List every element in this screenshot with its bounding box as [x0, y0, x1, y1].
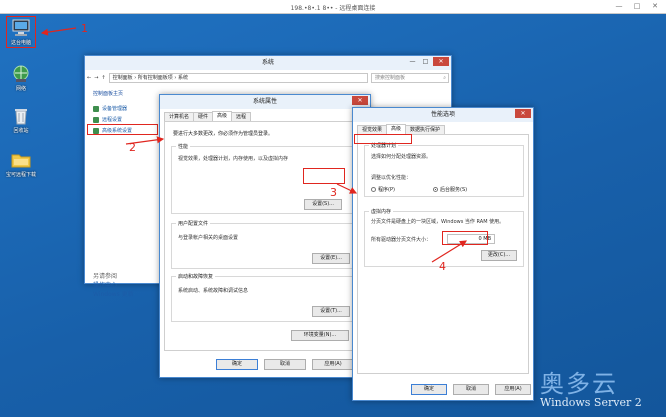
apply-button[interactable]: 应用(A) — [312, 359, 354, 370]
paging-file-size-label: 所有驱动器分页文件大小： — [371, 237, 432, 243]
close-button[interactable]: ✕ — [650, 2, 660, 11]
address-input[interactable]: 控制面板 › 所有控制面板项 › 系统 — [108, 72, 368, 83]
tab-hardware[interactable]: 硬件 — [193, 112, 214, 121]
window-controls: ✕ — [352, 96, 368, 105]
shield-icon — [93, 116, 99, 123]
startup-recovery-title: 启动和故障恢复 — [176, 273, 216, 280]
sidebar-home-link[interactable]: 控制面板主页 — [93, 90, 153, 97]
window-title: 系统 — [85, 56, 451, 70]
see-also-label: 另请参阅 — [93, 273, 118, 280]
remote-desktop-titlebar: 198.•8•.1 8•• - 远程桌面连接 — □ ✕ — [0, 0, 666, 14]
callout-4: 4 — [439, 260, 446, 273]
user-profiles-group: 用户配置文件 与登录帐户相关的桌面设置 设置(E)... — [171, 220, 359, 269]
startup-recovery-group: 启动和故障恢复 系统启动、系统故障和调试信息 设置(T)... — [171, 273, 359, 322]
desktop-icon-label: 回收站 — [13, 128, 29, 134]
desktop-icon-network[interactable]: 网络 — [1, 64, 41, 93]
ok-button[interactable]: 确定 — [411, 384, 447, 395]
up-icon[interactable]: ↑ — [101, 75, 105, 81]
tab-advanced[interactable]: 高级 — [212, 111, 233, 121]
remote-desktop-title: 198.•8•.1 8•• - 远程桌面连接 — [290, 5, 376, 12]
radio-label: 程序(P) — [378, 187, 395, 193]
minimize-button[interactable]: — — [407, 57, 418, 66]
minimize-button[interactable]: — — [614, 2, 624, 11]
adjust-label: 调整以优化性能： — [371, 175, 412, 181]
close-button[interactable]: ✕ — [515, 109, 531, 118]
desktop-icon-recycle-bin[interactable]: 回收站 — [1, 106, 41, 135]
highlight-paging-size — [442, 231, 488, 245]
folder-icon — [10, 150, 32, 170]
processor-scheduling-description: 选择如何分配处理器资源。 — [371, 154, 432, 160]
callout-2: 2 — [129, 141, 136, 154]
tab-data-execution-prevention[interactable]: 数据执行保护 — [405, 125, 446, 134]
advanced-panel: 要进行大多数更改，你必须作为管理员登录。 性能 视觉效果，处理器计划，内存使用，… — [164, 121, 366, 351]
sidebar: 控制面板主页 设备管理器 远程设置 高级系统设置 — [85, 84, 157, 283]
desktop-icon-label: 宝可远程下载 — [5, 172, 36, 178]
performance-title: 性能 — [176, 143, 191, 150]
callout-1: 1 — [81, 22, 88, 35]
highlight-advanced-settings — [87, 124, 158, 135]
radio-button — [433, 187, 438, 192]
virtual-memory-title: 虚拟内存 — [369, 208, 394, 215]
sidebar-item-device-manager[interactable]: 设备管理器 — [93, 105, 153, 112]
ok-button[interactable]: 确定 — [216, 359, 258, 370]
windows-update-link[interactable]: Windows 更新 — [93, 290, 134, 299]
close-button[interactable]: ✕ — [352, 96, 368, 105]
search-icon: ⌕ — [443, 74, 446, 81]
maximize-button[interactable]: □ — [632, 2, 642, 11]
radio-programs[interactable]: 程序(P) — [371, 186, 395, 193]
desktop-icon-label: 网络 — [15, 86, 26, 92]
performance-description: 视觉效果，处理器计划，内存使用，以及虚拟内存 — [178, 156, 289, 162]
advanced-panel: 处理器计划 选择如何分配处理器资源。 调整以优化性能： 程序(P) 后台服务(S… — [357, 134, 529, 374]
radio-background-services[interactable]: 后台服务(S) — [433, 186, 467, 193]
back-icon[interactable]: ← — [87, 75, 91, 81]
close-button[interactable]: ✕ — [433, 57, 449, 66]
tab-visual-effects[interactable]: 视觉效果 — [357, 125, 388, 134]
recycle-bin-icon — [10, 106, 32, 126]
network-icon — [10, 64, 32, 84]
admin-note: 要进行大多数更改，你必须作为管理员登录。 — [173, 131, 274, 137]
highlight-performance-settings — [303, 168, 345, 184]
radio-label: 后台服务(S) — [440, 187, 468, 193]
sidebar-item-remote-settings[interactable]: 远程设置 — [93, 116, 153, 123]
startup-recovery-description: 系统启动、系统故障和调试信息 — [178, 288, 249, 294]
cancel-button[interactable]: 取消 — [453, 384, 489, 395]
cancel-button[interactable]: 取消 — [264, 359, 306, 370]
environment-variables-button[interactable]: 环境变量(N)... — [291, 330, 349, 341]
forward-icon[interactable]: → — [94, 75, 98, 81]
highlight-this-pc — [6, 16, 36, 48]
action-center-link[interactable]: 操作中心 — [93, 281, 134, 290]
performance-options-dialog: 性能选项 ✕ 视觉效果 高级 数据执行保护 处理器计划 选择如何分配处理器资源。… — [352, 107, 534, 401]
callout-3: 3 — [330, 186, 337, 199]
watermark-subtitle: Windows Server 2 — [540, 396, 642, 409]
virtual-memory-description: 分页文件是硬盘上的一块区域，Windows 当作 RAM 使用。 — [371, 219, 505, 225]
sidebar-item-label: 设备管理器 — [102, 106, 128, 112]
tab-advanced[interactable]: 高级 — [386, 124, 407, 134]
user-profiles-title: 用户配置文件 — [176, 220, 211, 227]
startup-recovery-settings-button[interactable]: 设置(T)... — [312, 306, 350, 317]
window-title: 性能选项 — [353, 108, 533, 122]
tab-remote[interactable]: 远程 — [231, 112, 252, 121]
user-profiles-settings-button[interactable]: 设置(E)... — [312, 253, 350, 264]
maximize-button[interactable]: □ — [420, 57, 431, 66]
window-controls: ✕ — [515, 109, 531, 118]
desktop-icon-folder[interactable]: 宝可远程下载 — [1, 150, 41, 179]
radio-button — [371, 187, 376, 192]
sidebar-bottom-links: 操作中心 Windows 更新 — [93, 281, 134, 299]
tab-computer-name[interactable]: 计算机名 — [164, 112, 195, 121]
address-bar: ← → ↑ 控制面板 › 所有控制面板项 › 系统 搜索控制面板 ⌕ — [87, 72, 449, 83]
shield-icon — [93, 105, 99, 112]
change-button[interactable]: 更改(C)... — [481, 250, 517, 261]
user-profiles-description: 与登录帐户相关的桌面设置 — [178, 235, 239, 241]
performance-settings-button[interactable]: 设置(S)... — [304, 199, 342, 210]
watermark-brand: 奥多云 — [540, 370, 618, 398]
window-controls: — □ ✕ — [407, 57, 449, 66]
sidebar-item-label: 远程设置 — [102, 117, 123, 123]
apply-button[interactable]: 应用(A) — [495, 384, 531, 395]
system-properties-dialog: 系统属性 ✕ 计算机名 硬件 高级 远程 要进行大多数更改，你必须作为管理员登录… — [159, 94, 371, 378]
highlight-advanced-tab — [354, 134, 412, 144]
search-placeholder: 搜索控制面板 — [375, 74, 406, 81]
processor-scheduling-group: 处理器计划 选择如何分配处理器资源。 调整以优化性能： 程序(P) 后台服务(S… — [364, 142, 524, 197]
window-title: 系统属性 — [160, 95, 370, 109]
search-input[interactable]: 搜索控制面板 ⌕ — [371, 72, 449, 83]
